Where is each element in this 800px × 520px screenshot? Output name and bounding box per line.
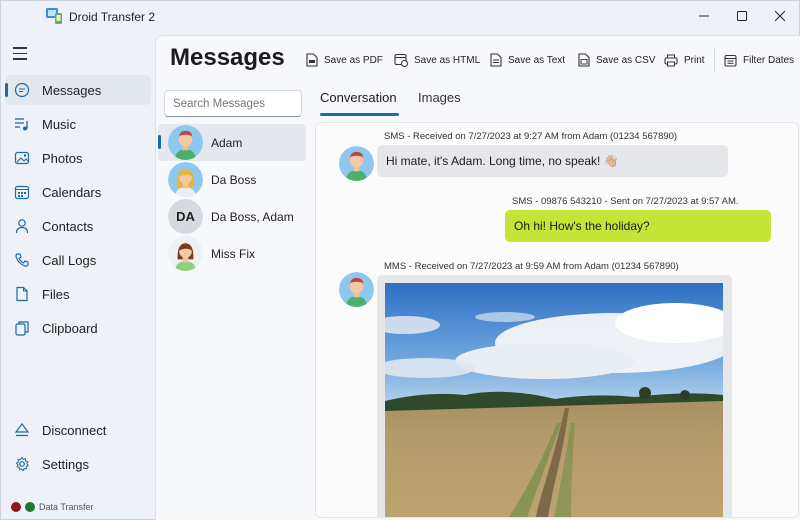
message-text: Oh hi! How's the holiday? bbox=[514, 219, 650, 233]
calendar-filter-icon bbox=[724, 54, 737, 67]
male-avatar-icon bbox=[339, 272, 374, 307]
contact-name: Adam bbox=[211, 135, 243, 150]
sidebar-item-contacts[interactable]: Contacts bbox=[5, 211, 151, 241]
disconnect-label: Disconnect bbox=[42, 422, 107, 438]
sidebar-item-photos[interactable]: Photos bbox=[5, 143, 151, 173]
eject-icon bbox=[14, 423, 30, 437]
message-icon bbox=[14, 82, 30, 98]
page-title: Messages bbox=[170, 44, 285, 71]
male-avatar-icon bbox=[339, 146, 374, 181]
message-meta: MMS - Received on 7/27/2023 at 9:59 AM f… bbox=[384, 261, 679, 272]
contact-item-da-boss-adam[interactable]: DA Da Boss, Adam bbox=[158, 198, 306, 235]
sidebar-item-calendars[interactable]: Calendars bbox=[5, 177, 151, 207]
sidebar-item-call-logs[interactable]: Call Logs bbox=[5, 245, 151, 275]
initials-avatar: DA bbox=[168, 199, 203, 234]
conversation-pane[interactable]: SMS - Received on 7/27/2023 at 9:27 AM f… bbox=[315, 122, 799, 518]
contact-icon bbox=[15, 219, 29, 234]
minimize-button[interactable] bbox=[685, 1, 723, 31]
status-label: Data Transfer bbox=[39, 502, 94, 512]
print-button[interactable]: Print bbox=[664, 50, 705, 70]
clipboard-icon bbox=[15, 321, 29, 336]
contact-name: Da Boss, Adam bbox=[211, 209, 294, 224]
received-message-bubble[interactable]: Hi mate, it's Adam. Long time, no speak!… bbox=[377, 145, 728, 177]
sidebar-item-files[interactable]: Files bbox=[5, 279, 151, 309]
save-csv-label: Save as CSV bbox=[596, 54, 656, 66]
close-button[interactable] bbox=[761, 1, 799, 31]
sidebar-item-music[interactable]: Music bbox=[5, 109, 151, 139]
message-meta: SMS - Received on 7/27/2023 at 9:27 AM f… bbox=[384, 131, 678, 142]
file-icon bbox=[16, 286, 28, 302]
active-indicator bbox=[5, 83, 8, 97]
contact-list: Adam Da Boss DA Da Boss, Adam Miss Fix bbox=[158, 124, 306, 272]
sidebar-item-clipboard[interactable]: Clipboard bbox=[5, 313, 151, 343]
hamburger-menu-icon[interactable] bbox=[13, 47, 31, 63]
sidebar-item-label: Contacts bbox=[42, 218, 94, 234]
close-icon bbox=[775, 11, 785, 21]
csv-file-icon bbox=[578, 53, 590, 67]
connection-status: Data Transfer bbox=[11, 502, 94, 512]
contact-name: Miss Fix bbox=[211, 246, 255, 261]
maximize-icon bbox=[737, 11, 747, 21]
save-pdf-button[interactable]: Save as PDF bbox=[306, 50, 383, 70]
settings-button[interactable]: Settings bbox=[5, 449, 151, 479]
sidebar-item-label: Calendars bbox=[42, 184, 102, 200]
filter-dates-label: Filter Dates bbox=[743, 54, 795, 66]
status-dot-green bbox=[25, 502, 35, 512]
sidebar-item-label: Call Logs bbox=[42, 252, 97, 268]
print-label: Print bbox=[684, 54, 705, 66]
text-file-icon bbox=[490, 53, 502, 67]
contact-name: Da Boss bbox=[211, 172, 257, 187]
filter-dates-button[interactable]: Filter Dates bbox=[724, 50, 794, 70]
printer-icon bbox=[664, 54, 678, 66]
app-window: Droid Transfer 2 Messages Music Photos C… bbox=[0, 0, 800, 520]
active-indicator bbox=[158, 135, 161, 149]
photo-icon bbox=[14, 151, 30, 165]
contact-item-adam[interactable]: Adam bbox=[158, 124, 306, 161]
tab-images[interactable]: Images bbox=[418, 90, 461, 105]
male-avatar-icon bbox=[168, 125, 203, 160]
mms-message-bubble[interactable] bbox=[377, 275, 732, 518]
status-dot-red bbox=[11, 502, 21, 512]
gear-icon bbox=[15, 456, 29, 472]
sidebar-item-label: Photos bbox=[42, 150, 83, 166]
calendar-icon bbox=[14, 185, 30, 200]
search-input[interactable] bbox=[164, 90, 302, 117]
save-text-button[interactable]: Save as Text bbox=[490, 50, 565, 70]
app-logo-icon bbox=[46, 8, 62, 24]
music-icon bbox=[15, 118, 28, 131]
save-csv-button[interactable]: Save as CSV bbox=[578, 50, 655, 70]
female-dark-avatar-icon bbox=[168, 236, 203, 271]
save-html-button[interactable]: Save as HTML bbox=[394, 50, 480, 70]
disconnect-button[interactable]: Disconnect bbox=[5, 415, 151, 445]
sent-message-bubble[interactable]: Oh hi! How's the holiday? bbox=[505, 210, 771, 242]
active-tab-indicator bbox=[320, 113, 399, 116]
contact-item-miss-fix[interactable]: Miss Fix bbox=[158, 235, 306, 272]
tab-conversation[interactable]: Conversation bbox=[320, 90, 397, 105]
landscape-photo-attachment[interactable] bbox=[385, 283, 723, 518]
message-meta: SMS - 09876 543210 - Sent on 7/27/2023 a… bbox=[512, 196, 739, 207]
contact-item-da-boss[interactable]: Da Boss bbox=[158, 161, 306, 198]
main-panel: Messages Save as PDF Save as HTML Save a… bbox=[155, 35, 800, 520]
sidebar-item-label: Files bbox=[42, 286, 70, 302]
settings-label: Settings bbox=[42, 456, 89, 472]
save-pdf-label: Save as PDF bbox=[324, 54, 383, 66]
phone-icon bbox=[15, 253, 29, 267]
minimize-icon bbox=[699, 15, 709, 17]
message-text: Hi mate, it's Adam. Long time, no speak!… bbox=[386, 154, 619, 168]
save-text-label: Save as Text bbox=[508, 54, 566, 66]
pdf-file-icon bbox=[306, 53, 318, 67]
html-file-icon bbox=[394, 53, 408, 67]
sidebar-item-messages[interactable]: Messages bbox=[5, 75, 151, 105]
sidebar-item-label: Messages bbox=[42, 82, 102, 98]
save-html-label: Save as HTML bbox=[414, 54, 481, 66]
avatar-initials: DA bbox=[168, 199, 203, 234]
maximize-button[interactable] bbox=[723, 1, 761, 31]
female-avatar-icon bbox=[168, 162, 203, 197]
app-title: Droid Transfer 2 bbox=[69, 10, 156, 24]
sidebar: Messages Music Photos Calendars Contacts… bbox=[1, 33, 155, 520]
sidebar-item-label: Music bbox=[42, 116, 76, 132]
toolbar-divider bbox=[714, 48, 715, 72]
title-bar[interactable]: Droid Transfer 2 bbox=[1, 1, 800, 33]
sidebar-item-label: Clipboard bbox=[42, 320, 98, 336]
